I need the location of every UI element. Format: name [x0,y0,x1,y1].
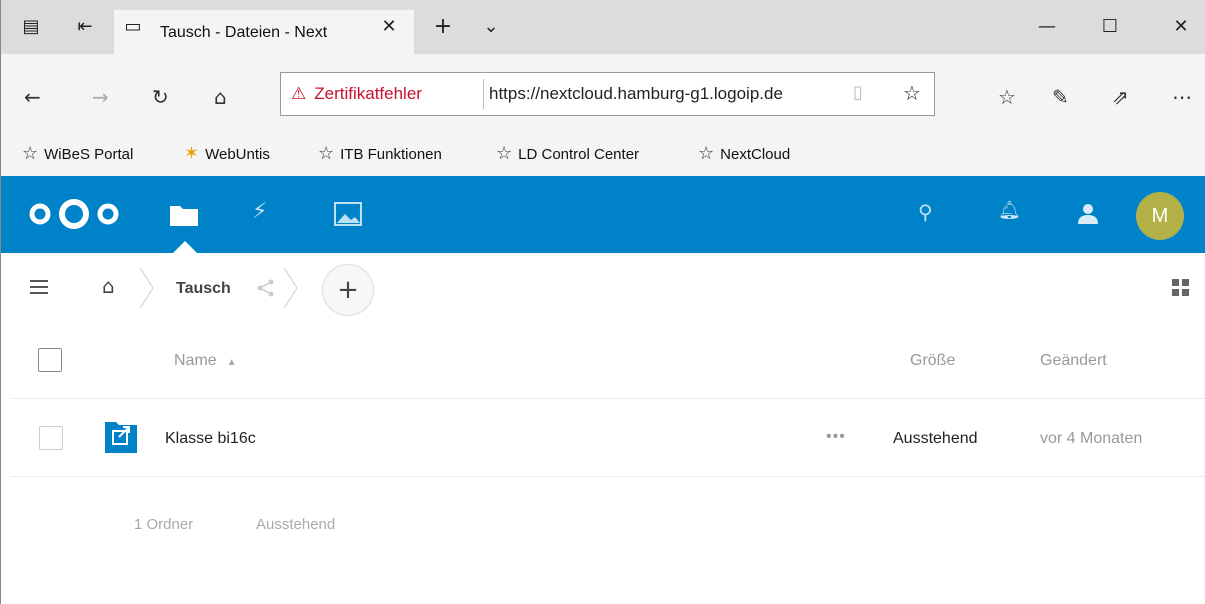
grid-view-icon[interactable] [1172,279,1190,297]
webuntis-logo-icon: ✶ [184,143,200,164]
page-icon: ▭ [124,16,142,37]
favorites-hub-icon[interactable]: ☆ [998,85,1016,109]
bookmark-ld-control-center[interactable]: ☆ LD Control Center [496,143,639,164]
notifications-bell-icon[interactable]: 🔔︎ [998,200,1021,221]
column-name-header[interactable]: Name ▲ [174,352,237,370]
file-actions-menu-icon[interactable]: ••• [826,428,846,446]
tab-title: Tausch - Dateien - Next [160,24,328,41]
tab-list-chevron-icon[interactable]: ⌄ [480,16,502,38]
maximize-icon[interactable]: ☐ [1099,16,1121,38]
activity-lightning-icon[interactable]: ⚡ [252,199,267,224]
refresh-icon[interactable]: ↻ [152,85,169,109]
close-window-icon[interactable]: ✕ [1170,16,1192,38]
address-bar[interactable]: ⚠ Zertifikatfehler https://nextcloud.hamb… [280,72,935,116]
star-icon: ☆ [318,143,335,164]
row-checkbox[interactable] [39,426,63,450]
contacts-icon[interactable] [1074,203,1100,225]
select-all-checkbox[interactable] [38,348,62,372]
breadcrumb-separator [139,267,154,309]
reading-view-icon[interactable]: ▯ [853,82,863,103]
active-app-indicator [173,241,197,253]
tab-preview-icon[interactable]: ⇤ [74,16,96,38]
star-icon: ☆ [22,143,39,164]
warning-icon: ⚠ [291,84,307,104]
breadcrumb-home-icon[interactable]: ⌂ [102,274,115,298]
file-modified: vor 4 Monaten [1040,430,1143,447]
home-icon[interactable]: ⌂ [214,85,227,109]
shared-folder-icon[interactable] [104,418,138,454]
bookmark-nextcloud[interactable]: ☆ NextCloud [698,143,790,164]
sort-ascending-icon: ▲ [226,357,237,368]
share-icon[interactable]: ⇗ [1112,85,1129,109]
star-icon: ☆ [698,143,715,164]
column-size-header[interactable]: Größe [910,352,955,370]
bookmark-itb-funktionen[interactable]: ☆ ITB Funktionen [318,143,442,164]
bookmark-wibes-portal[interactable]: ☆ WiBeS Portal [22,143,133,164]
notes-pen-icon[interactable]: ✎ [1052,85,1069,109]
summary-folder-count: 1 Ordner [134,516,194,533]
column-modified-header[interactable]: Geändert [1040,352,1107,370]
nextcloud-logo[interactable] [26,199,126,229]
user-avatar[interactable]: M [1136,192,1184,240]
minimize-icon[interactable]: — [1036,16,1058,38]
menu-hamburger-icon[interactable] [30,278,50,296]
file-size: Ausstehend [893,430,978,447]
row-divider [10,476,1205,477]
breadcrumb-current[interactable]: Tausch [176,280,231,298]
star-icon: ☆ [496,143,513,164]
share-icon[interactable] [256,278,276,298]
forward-icon[interactable]: → [92,85,109,109]
search-icon[interactable]: ⚲ [918,200,933,224]
url-separator [483,79,484,109]
certificate-error[interactable]: ⚠ Zertifikatfehler [291,84,422,104]
back-icon[interactable]: ← [24,85,41,109]
close-tab-icon[interactable]: ✕ [378,16,400,38]
file-name[interactable]: Klasse bi16c [165,430,256,448]
url-text[interactable]: https://nextcloud.hamburg-g1.logoip.de [489,84,849,104]
more-icon[interactable]: ⋯ [1172,85,1192,109]
new-tab-icon[interactable]: + [432,16,454,38]
files-folder-icon[interactable] [169,203,199,227]
bookmark-webuntis[interactable]: ✶ WebUntis [184,143,270,164]
breadcrumb-separator [283,267,298,309]
tab-set-aside-icon[interactable]: ▤ [20,16,42,38]
summary-size: Ausstehend [256,516,336,533]
gallery-image-icon[interactable] [334,202,362,226]
favorite-star-icon[interactable]: ☆ [903,81,921,105]
new-file-button[interactable]: + [322,264,374,316]
